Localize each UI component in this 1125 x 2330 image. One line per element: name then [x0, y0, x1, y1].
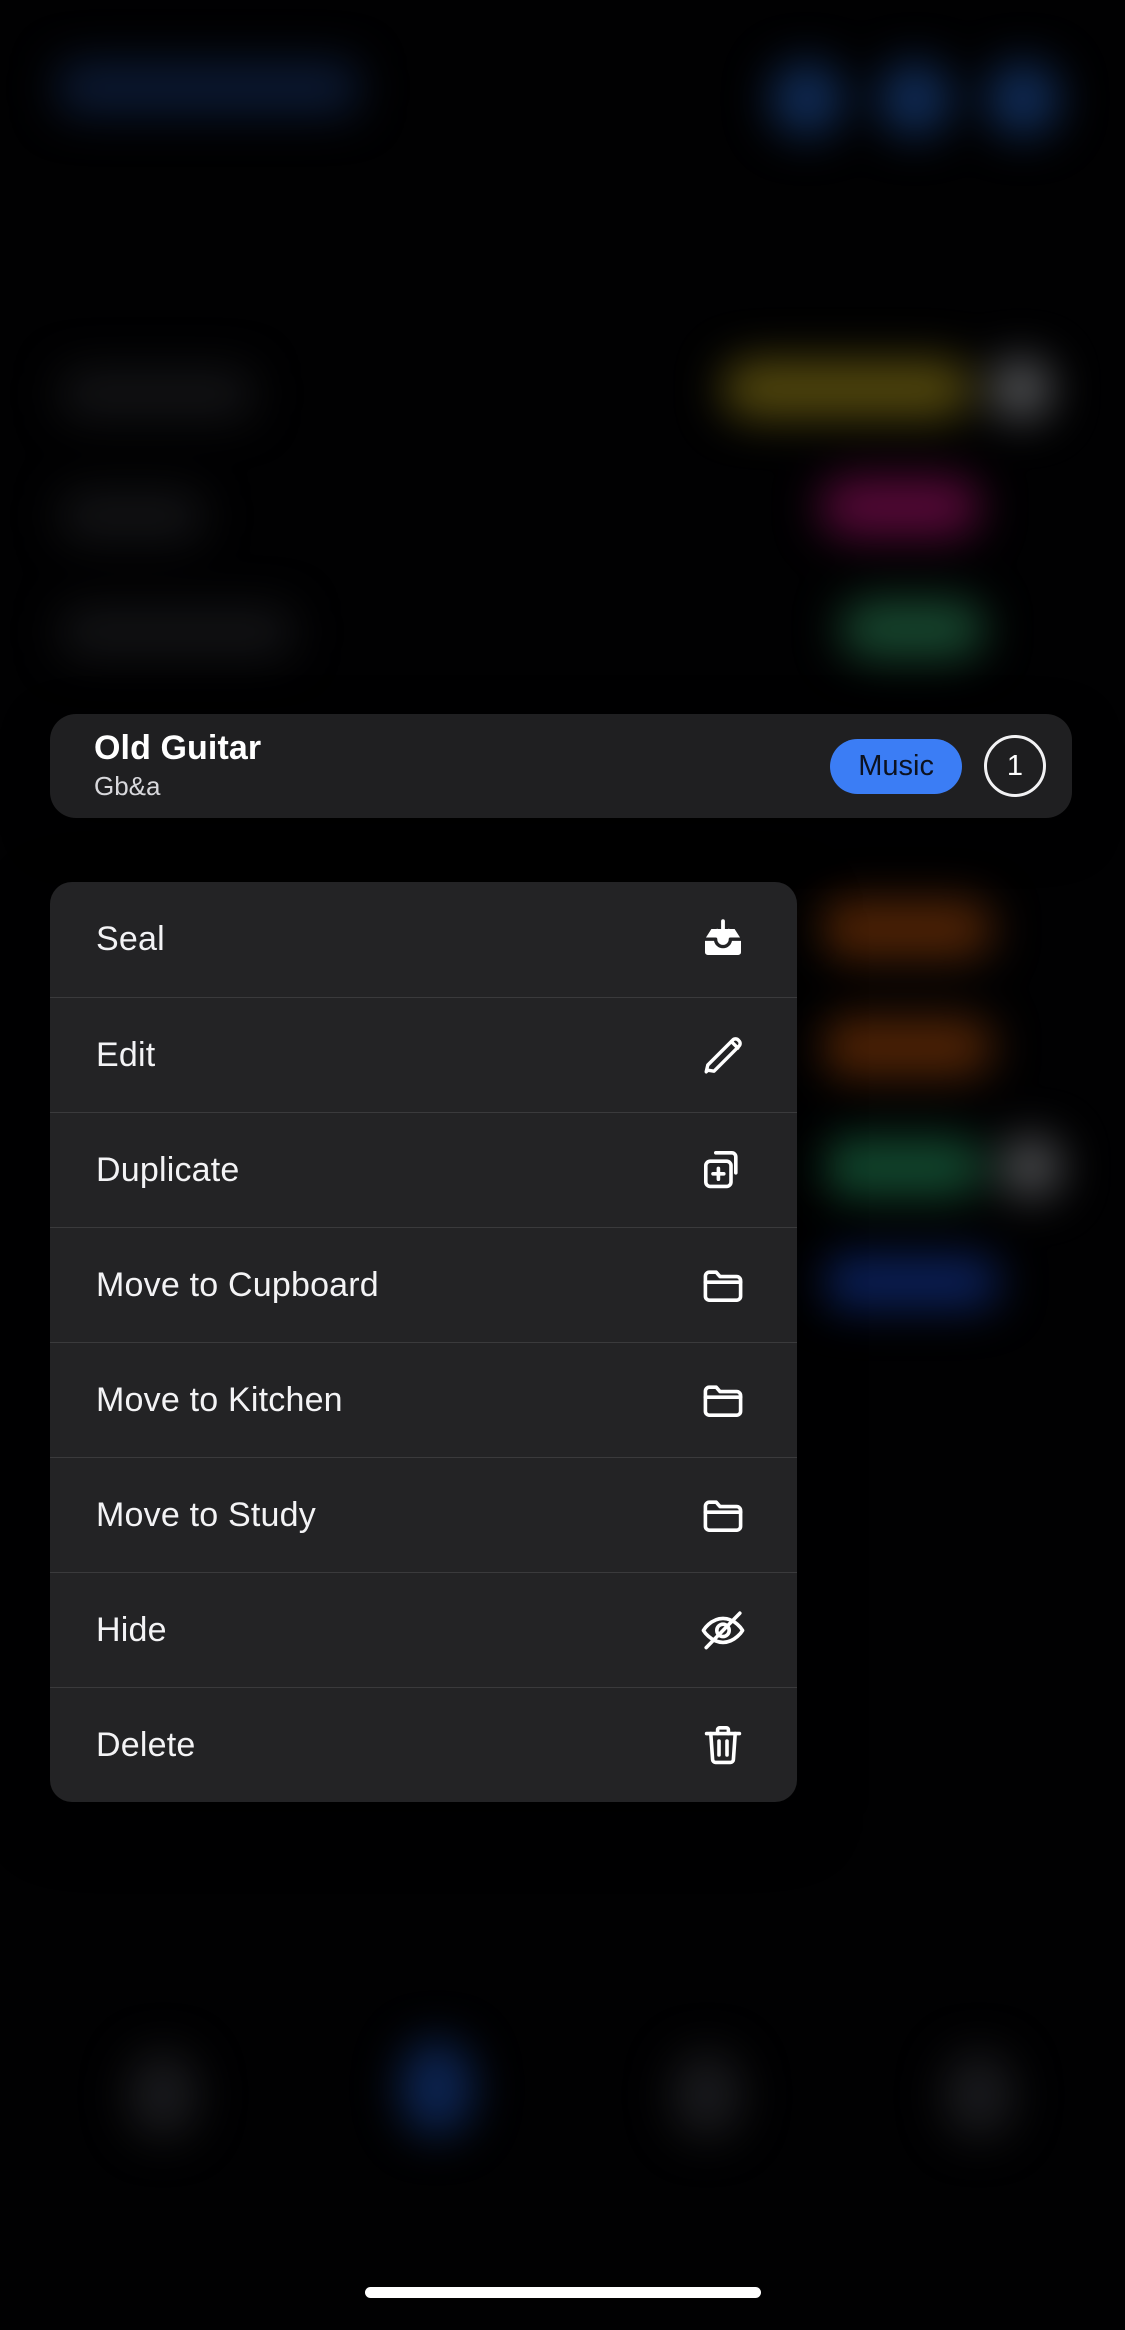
home-indicator [364, 2287, 761, 2298]
menu-item-label: Move to Study [96, 1495, 316, 1534]
pencil-icon [697, 1029, 749, 1081]
item-title: Old Guitar [94, 728, 262, 767]
menu-item-delete[interactable]: Delete [50, 1687, 797, 1802]
menu-item-label: Move to Kitchen [96, 1380, 343, 1419]
menu-item-label: Duplicate [96, 1150, 240, 1189]
trash-icon [697, 1719, 749, 1771]
item-card-texts: Old Guitar Gb&a [94, 730, 830, 802]
folder-icon [697, 1374, 749, 1426]
menu-item-hide[interactable]: Hide [50, 1572, 797, 1687]
menu-item-edit[interactable]: Edit [50, 997, 797, 1112]
menu-item-move-to-cupboard[interactable]: Move to Cupboard [50, 1227, 797, 1342]
eye-slash-icon [697, 1604, 749, 1656]
item-count-badge[interactable]: 1 [984, 735, 1046, 797]
menu-item-label: Move to Cupboard [96, 1265, 379, 1304]
focused-item-card[interactable]: Old Guitar Gb&a Music 1 [50, 714, 1072, 818]
menu-item-label: Hide [96, 1610, 167, 1649]
duplicate-plus-icon [697, 1144, 749, 1196]
phone-screen: Old Guitar Gb&a Music 1 Seal Edit Duplic… [0, 0, 1125, 2330]
menu-item-duplicate[interactable]: Duplicate [50, 1112, 797, 1227]
menu-item-move-to-kitchen[interactable]: Move to Kitchen [50, 1342, 797, 1457]
item-card-meta: Music 1 [830, 735, 1046, 797]
archive-down-icon [697, 914, 749, 966]
context-menu[interactable]: Seal Edit Duplicate Move to Cupboard Mov… [50, 882, 797, 1802]
category-tag[interactable]: Music [830, 738, 962, 794]
folder-icon [697, 1259, 749, 1311]
menu-item-move-to-study[interactable]: Move to Study [50, 1457, 797, 1572]
menu-item-label: Edit [96, 1035, 156, 1074]
menu-item-label: Delete [96, 1725, 196, 1764]
item-subtitle: Gb&a [94, 770, 161, 801]
menu-item-label: Seal [96, 920, 165, 958]
folder-icon [697, 1489, 749, 1541]
menu-item-seal[interactable]: Seal [50, 882, 797, 997]
